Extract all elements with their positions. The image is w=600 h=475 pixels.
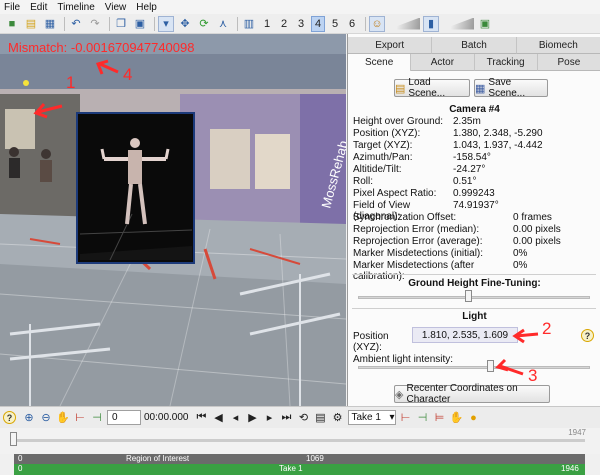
annotation-2: 2 <box>542 319 551 338</box>
timeline-max: 1947 <box>568 428 586 437</box>
take-range-icon[interactable]: ⊨ <box>433 411 447 425</box>
toolbar-separator <box>64 16 65 31</box>
region-of-interest-bar[interactable]: 0 Region of Interest 1069 <box>14 454 585 464</box>
skip-start-icon[interactable]: ⏮ <box>195 411 209 425</box>
takes-icon[interactable]: ▤ <box>314 411 328 425</box>
view-button-4[interactable]: 4 <box>311 15 325 32</box>
take-start-icon[interactable]: ⊢ <box>399 411 413 425</box>
copy-icon[interactable]: ❐ <box>113 16 129 32</box>
panel-annotations: 2 3 <box>495 319 551 385</box>
take-label: Take 1 <box>279 464 303 473</box>
menu-timeline[interactable]: Timeline <box>57 2 94 13</box>
frame-forward-icon[interactable]: ▸ <box>263 411 277 425</box>
frame-input[interactable]: 0 <box>107 410 141 425</box>
rotate-icon[interactable]: ⟳ <box>196 16 212 32</box>
hand-icon[interactable]: ✋ <box>450 411 464 425</box>
view-button-5[interactable]: 5 <box>328 16 342 32</box>
film-icon[interactable]: ▮ <box>423 15 439 32</box>
zoom-out-icon[interactable]: ⊖ <box>39 411 53 425</box>
chevron-down-icon: ▾ <box>389 412 395 423</box>
toolbar-separator <box>237 16 238 31</box>
drop-icon[interactable]: ● <box>467 411 481 425</box>
take-select[interactable]: Take 1 ▾ <box>347 410 396 425</box>
skip-end-icon[interactable]: ⏭ <box>280 411 294 425</box>
roi-label: Region of Interest <box>126 454 190 463</box>
contrast-ramp-icon[interactable] <box>442 17 474 30</box>
menu-file[interactable]: File <box>4 2 20 13</box>
take-start: 0 <box>18 464 23 473</box>
take-end: 1946 <box>561 464 579 473</box>
take-end-icon[interactable]: ⊣ <box>416 411 430 425</box>
timeline-track[interactable] <box>14 439 585 442</box>
view-button-1[interactable]: 1 <box>260 16 274 32</box>
timeline-playhead[interactable] <box>10 432 17 446</box>
save-icon[interactable]: ▦ <box>42 16 58 32</box>
new-project-icon[interactable]: ■ <box>4 16 20 32</box>
annotation-3: 3 <box>528 366 537 385</box>
camera-grid-icon[interactable]: ▥ <box>241 16 257 32</box>
menu-edit[interactable]: Edit <box>30 2 47 13</box>
frame-back-icon[interactable]: ◂ <box>229 411 243 425</box>
view-button-6[interactable]: 6 <box>345 16 359 32</box>
mismatch-readout: Mismatch: -0.001670947740098 <box>8 40 194 55</box>
export-icon[interactable]: ▣ <box>477 16 493 32</box>
zoom-in-icon[interactable]: ⊕ <box>22 411 36 425</box>
view-button-2[interactable]: 2 <box>277 16 291 32</box>
time-display: 00:00.000 <box>144 412 189 423</box>
brightness-ramp-icon[interactable] <box>388 17 420 30</box>
open-folder-icon[interactable]: ▤ <box>23 16 39 32</box>
range-end-icon[interactable]: ⊣ <box>90 411 104 425</box>
toolbar-separator <box>109 16 110 31</box>
menu-view[interactable]: View <box>105 2 127 13</box>
undo-icon[interactable]: ↶ <box>68 16 84 32</box>
main-toolbar: ■ ▤ ▦ ↶ ↷ ❐ ▣ ▾ ✥ ⟳ ⋏ ▥ 1 2 3 4 5 6 ☺ ▮ … <box>0 14 600 34</box>
help-icon[interactable]: ? <box>3 411 16 424</box>
roi-start: 0 <box>18 454 23 463</box>
move-icon[interactable]: ✥ <box>177 16 193 32</box>
camera-viewport[interactable]: MossRehab 1 4 Mismatch: -0.0016709477400… <box>0 34 346 406</box>
take-select-value: Take 1 <box>351 412 381 423</box>
step-back-icon[interactable]: ◀ <box>212 411 226 425</box>
play-icon[interactable]: ▶ <box>246 411 260 425</box>
annotation-4: 4 <box>123 65 132 84</box>
timeline: 1947 <box>0 428 600 454</box>
skeleton-icon[interactable]: ⋏ <box>215 16 231 32</box>
mismatch-value: -0.001670947740098 <box>70 40 195 55</box>
take-settings-icon[interactable]: ⚙ <box>331 411 345 425</box>
pan-icon[interactable]: ✋ <box>56 411 70 425</box>
loop-icon[interactable]: ⟲ <box>297 411 311 425</box>
menu-bar: File Edit Timeline View Help <box>0 0 600 14</box>
toolbar-separator <box>365 16 366 31</box>
menu-help[interactable]: Help <box>136 2 157 13</box>
playback-bar: ? ⊕ ⊖ ✋ ⊢ ⊣ 0 00:00.000 ⏮ ◀ ◂ ▶ ▸ ⏭ ⟲ ▤ … <box>0 406 600 428</box>
annotation-1: 1 <box>66 73 75 92</box>
roi-end: 1069 <box>306 454 324 463</box>
select-icon[interactable]: ▾ <box>158 15 174 32</box>
mismatch-label: Mismatch: <box>8 40 68 55</box>
toolbar-separator <box>154 16 155 31</box>
properties-panel: Export Batch Biomech Scene Actor Trackin… <box>347 34 600 406</box>
view-button-3[interactable]: 3 <box>294 16 308 32</box>
character-icon[interactable]: ☺ <box>369 15 385 32</box>
camera-video-frame: MossRehab 1 4 <box>0 34 346 406</box>
take-bar[interactable]: 0 Take 1 1946 <box>14 464 585 475</box>
paste-icon[interactable]: ▣ <box>132 16 148 32</box>
redo-icon[interactable]: ↷ <box>87 16 103 32</box>
range-start-icon[interactable]: ⊢ <box>73 411 87 425</box>
